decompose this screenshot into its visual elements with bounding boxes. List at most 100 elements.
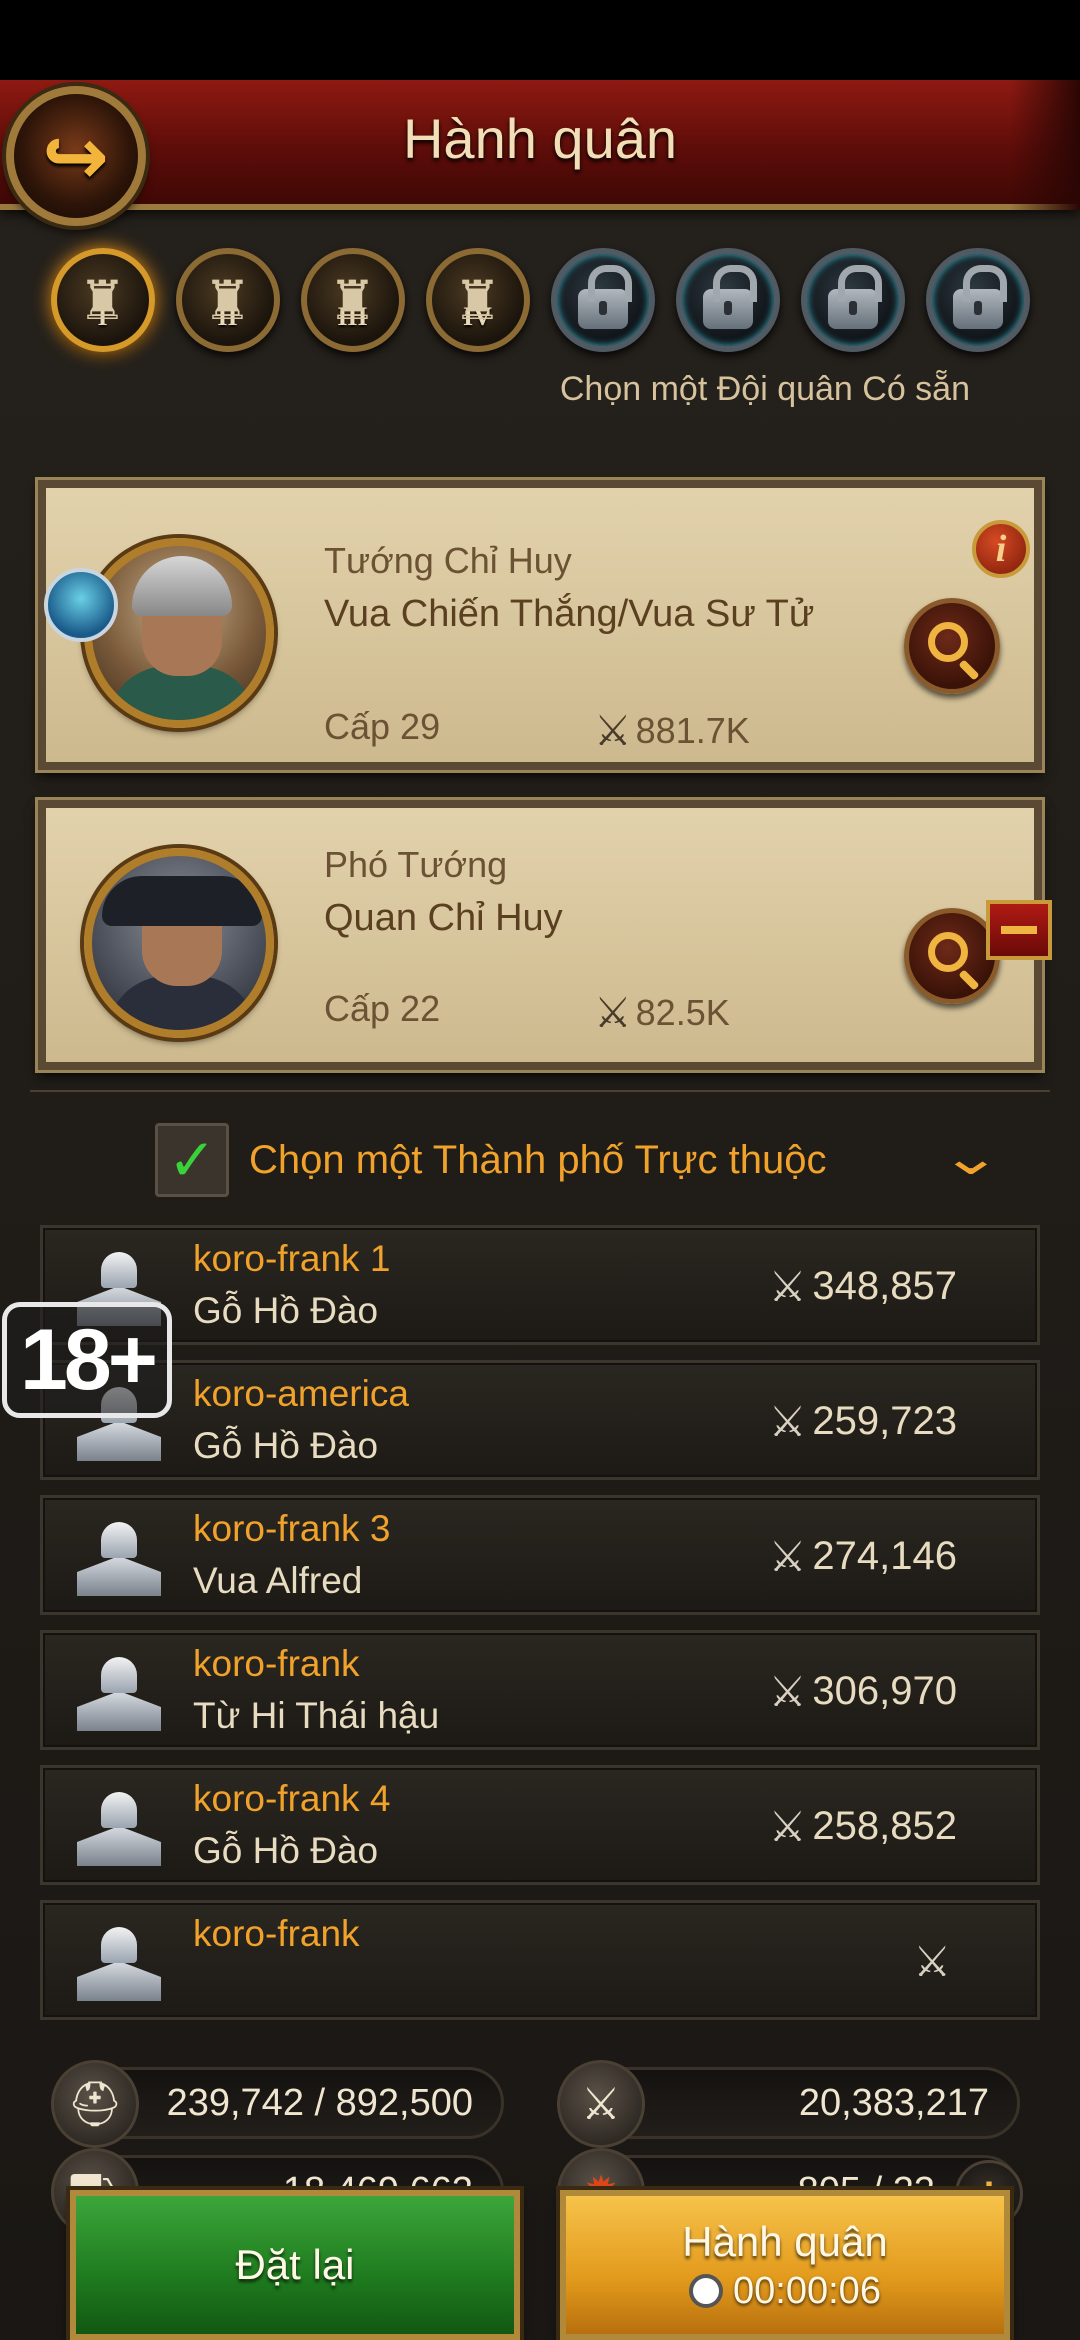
age-rating-badge: 18+	[2, 1302, 172, 1418]
city-building-icon	[73, 1921, 163, 2005]
deputy-card: Phó Tướng Quan Chỉ Huy Cấp 22 ⚔ 82.5K	[35, 797, 1045, 1073]
age-rating-label: 18+	[20, 1311, 158, 1408]
city-row[interactable]: koro-frank Từ Hi Thái hậu ⚔ 306,970	[40, 1630, 1040, 1750]
city-row[interactable]: koro-frank ⚔	[40, 1900, 1040, 2020]
commander-level: Cấp 29	[324, 706, 441, 747]
lock-icon	[827, 265, 882, 329]
city-row[interactable]: koro-frank 1 Gỗ Hồ Đào ⚔ 348,857	[40, 1225, 1040, 1345]
city-lord: Từ Hi Thái hậu	[193, 1695, 440, 1736]
crossed-swords-icon: ⚔	[594, 707, 632, 754]
magnifier-icon	[928, 622, 968, 662]
city-power: ⚔ 348,857	[769, 1262, 957, 1311]
minus-icon	[1001, 926, 1037, 934]
magnifier-icon	[928, 932, 968, 972]
return-arrow-icon: ↩	[42, 111, 110, 201]
troop-slot-6-locked[interactable]	[675, 248, 780, 352]
crossed-swords-icon: ⚔	[913, 1938, 951, 1985]
subordinate-city-label: Chọn một Thành phố Trực thuộc	[249, 1137, 827, 1182]
march-button-label: Hành quân	[682, 2217, 888, 2265]
commander-role-label: Tướng Chỉ Huy	[324, 540, 572, 581]
commander-power-value: 881.7K	[635, 709, 750, 751]
city-lord: Gỗ Hồ Đào	[193, 1425, 379, 1466]
horn-icon: ♜	[453, 270, 502, 331]
city-power-value: 274,146	[812, 1534, 957, 1578]
total-power-stat: ⚔ 20,383,217	[557, 2060, 1020, 2148]
crossed-swords-icon: ⚔	[768, 1533, 807, 1580]
lock-icon	[577, 265, 632, 329]
city-power: ⚔	[913, 1937, 957, 1986]
city-power: ⚔ 306,970	[769, 1667, 957, 1716]
troop-slot-2[interactable]: ♜ II	[175, 248, 280, 352]
city-power: ⚔ 259,723	[769, 1397, 957, 1446]
city-power-value: 348,857	[812, 1264, 957, 1308]
city-power-value: 306,970	[812, 1669, 957, 1713]
city-building-icon	[73, 1651, 163, 1735]
lock-icon	[702, 265, 757, 329]
city-name: koro-frank 3	[193, 1508, 391, 1549]
crossed-swords-icon: ⚔	[557, 2060, 645, 2148]
city-row[interactable]: koro-frank 3 Vua Alfred ⚔ 274,146	[40, 1495, 1040, 1615]
pick-army-link[interactable]: Chọn một Đội quân Có sẵn	[560, 370, 970, 409]
commander-details-button[interactable]	[904, 598, 1000, 694]
city-power-value: 258,852	[812, 1804, 957, 1848]
subordinate-city-list[interactable]: koro-frank 1 Gỗ Hồ Đào ⚔ 348,857 koro-ame…	[40, 1225, 1040, 2040]
troop-slot-5-locked[interactable]	[550, 248, 655, 352]
deputy-power-value: 82.5K	[635, 991, 730, 1033]
march-time-value: 00:00:06	[733, 2269, 881, 2312]
commander-name: Vua Chiến Thắng/Vua Sư Tử	[324, 593, 815, 635]
info-icon[interactable]: i	[972, 520, 1030, 578]
reset-button-label: Đặt lại	[235, 2241, 355, 2288]
deputy-name: Quan Chỉ Huy	[324, 897, 563, 939]
troop-capacity-stat: ⛑ 239,742 / 892,500	[51, 2060, 504, 2148]
reset-button[interactable]: Đặt lại	[70, 2190, 520, 2340]
remove-deputy-button[interactable]	[986, 900, 1052, 960]
soldier-helmet-icon: ⛑	[51, 2060, 139, 2148]
troop-capacity-value: 239,742 / 892,500	[166, 2081, 473, 2124]
crossed-swords-icon: ⚔	[768, 1398, 807, 1445]
troop-slot-8-locked[interactable]	[925, 248, 1030, 352]
deputy-power: ⚔ 82.5K	[594, 988, 730, 1037]
city-name: koro-frank	[193, 1643, 360, 1684]
horn-icon: ♜	[328, 270, 377, 331]
city-lord: Gỗ Hồ Đào	[193, 1830, 379, 1871]
city-name: koro-america	[193, 1373, 409, 1414]
city-row[interactable]: koro-frank 4 Gỗ Hồ Đào ⚔ 258,852	[40, 1765, 1040, 1885]
total-power-value: 20,383,217	[798, 2081, 989, 2124]
march-timer: 00:00:06	[689, 2270, 881, 2313]
horn-icon: ♜	[203, 270, 252, 331]
deputy-portrait[interactable]	[84, 848, 274, 1038]
troop-slot-4[interactable]: ♜ IV	[425, 248, 530, 352]
commander-portrait[interactable]	[84, 538, 274, 728]
march-button[interactable]: Hành quân 00:00:06	[560, 2190, 1010, 2340]
hero-avatar-badge[interactable]	[44, 568, 118, 642]
city-name: koro-frank 1	[193, 1238, 391, 1279]
commander-power: ⚔ 881.7K	[594, 706, 750, 755]
city-lord: Gỗ Hồ Đào	[193, 1290, 379, 1331]
commander-card: Tướng Chỉ Huy Vua Chiến Thắng/Vua Sư Tử …	[35, 477, 1045, 773]
checkbox-checked-icon[interactable]: ✓	[155, 1123, 229, 1197]
back-button[interactable]: ↩	[6, 86, 146, 226]
header-bar: Hành quân	[0, 80, 1080, 210]
deputy-level: Cấp 22	[324, 988, 441, 1029]
troop-slot-7-locked[interactable]	[800, 248, 905, 352]
march-screen: Hành quân ↩ ♜ I ♜ II ♜ III ♜ IV Chọn một Đội…	[0, 80, 1080, 2340]
crossed-swords-icon: ⚔	[768, 1263, 807, 1310]
city-building-icon	[73, 1786, 163, 1870]
chevron-down-icon[interactable]: ⌄	[940, 1128, 1003, 1186]
city-name: koro-frank 4	[193, 1778, 391, 1819]
city-power-value: 259,723	[812, 1399, 957, 1443]
page-title: Hành quân	[402, 107, 677, 170]
subordinate-city-toggle[interactable]: ✓ Chọn một Thành phố Trực thuộc	[155, 1120, 945, 1200]
horn-icon: ♜	[78, 270, 127, 331]
city-name: koro-frank	[193, 1913, 360, 1954]
troop-slot-1[interactable]: ♜ I	[50, 248, 155, 352]
lock-icon	[952, 265, 1007, 329]
crossed-swords-icon: ⚔	[594, 989, 632, 1036]
city-building-icon	[73, 1516, 163, 1600]
divider	[30, 1090, 1050, 1092]
city-power: ⚔ 274,146	[769, 1532, 957, 1581]
crossed-swords-icon: ⚔	[768, 1803, 807, 1850]
troop-slot-3[interactable]: ♜ III	[300, 248, 405, 352]
city-row[interactable]: koro-america Gỗ Hồ Đào ⚔ 259,723	[40, 1360, 1040, 1480]
crossed-swords-icon: ⚔	[768, 1668, 807, 1715]
